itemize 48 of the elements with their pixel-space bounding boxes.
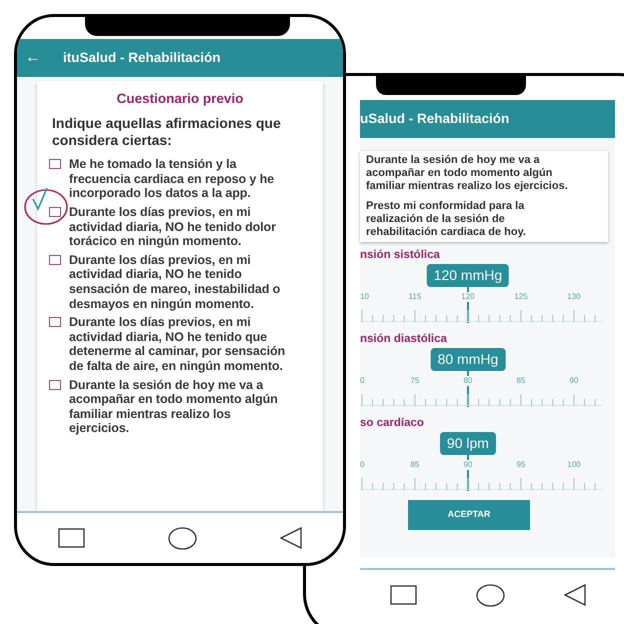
slider[interactable]: 120 mmHg 10 115 120 125 130	[360, 262, 602, 326]
value-bubble: 80 mmHg	[430, 348, 506, 371]
value-bubble: 120 mmHg	[426, 264, 510, 287]
tick-label: 85	[410, 460, 420, 470]
tick-label: 100	[567, 460, 581, 470]
triangle-icon[interactable]	[280, 527, 302, 549]
statement-text: Durante los días previos, en mi actividad diaria, NO he tenido sensación de mareo, inestabilidad o desmayos en ningún momento.	[69, 252, 282, 312]
square-icon[interactable]	[58, 528, 86, 548]
consent-text: Presto mi conformidad para la realización de la sesión de rehabilitación cardiaca de hoy.	[366, 200, 527, 239]
tick-label: 115	[408, 292, 422, 302]
checkbox[interactable]	[49, 254, 61, 265]
tick-label: 10	[360, 292, 369, 302]
tick-label: 90	[463, 460, 472, 470]
header-title: ituSalud - Rehabilitación	[63, 48, 221, 67]
statement-text: Durante la sesión de hoy me va a acompañar en todo momento algún familiar mientras realizo los ejercicios.	[69, 378, 279, 436]
statement-text: Durante los días previos, en mi actividad diaria, NO he tenido dolor torácico en ningún momento.	[69, 205, 277, 249]
statement-text: Durante los días previos, en mi actividad diaria, NO he tenido que detenerme al caminar, por sensación de falta de aire, en ningún momento.	[69, 315, 286, 374]
slider-label: so cardíaco	[360, 416, 425, 430]
checkbox[interactable]	[49, 380, 61, 390]
prompt-text: Indique aquellas afirmaciones que considera ciertas:	[52, 115, 282, 150]
tick-label: 95	[516, 460, 526, 470]
checkbox[interactable]	[49, 317, 61, 328]
slider-label: nsión diastólica	[360, 332, 448, 346]
tick-label: 0	[360, 460, 364, 470]
card-title: Cuestionario previo	[116, 90, 244, 108]
tick-label: 75	[410, 376, 420, 386]
statement-text: Me he tomado la tensión y la frecuencia cardiaca en reposo y he incorporado los datos a la app.	[69, 157, 276, 202]
square-icon[interactable]	[390, 585, 416, 605]
slider-label: nsión sistólica	[360, 248, 441, 262]
accept-button[interactable]: ACEPTAR	[408, 500, 530, 530]
slider[interactable]: 90 lpm 0 85 90 95 100	[360, 430, 602, 494]
tick-label: 80	[463, 376, 472, 386]
tick-label: 125	[514, 292, 528, 302]
header-title: uSalud - Rehabilitación	[360, 110, 510, 128]
slider[interactable]: 80 mmHg 0 75 80 85 90	[360, 346, 602, 410]
back-button[interactable]: ←	[25, 46, 41, 70]
checkbox[interactable]	[49, 207, 61, 218]
value-bubble: 90 lpm	[440, 432, 496, 455]
tick-label: 90	[569, 376, 578, 386]
tick-label: 0	[360, 376, 364, 386]
triangle-icon[interactable]	[564, 584, 586, 606]
tick-label: 130	[567, 292, 581, 302]
circle-icon[interactable]	[476, 584, 504, 606]
checkbox[interactable]	[49, 159, 61, 170]
tick-label: 120	[461, 292, 475, 302]
tick-label: 85	[516, 376, 526, 386]
consent-text: Durante la sesión de hoy me va a acompañar en todo momento algún familiar mientras realizo los ejercicios.	[366, 154, 569, 193]
circle-icon[interactable]	[168, 526, 197, 550]
